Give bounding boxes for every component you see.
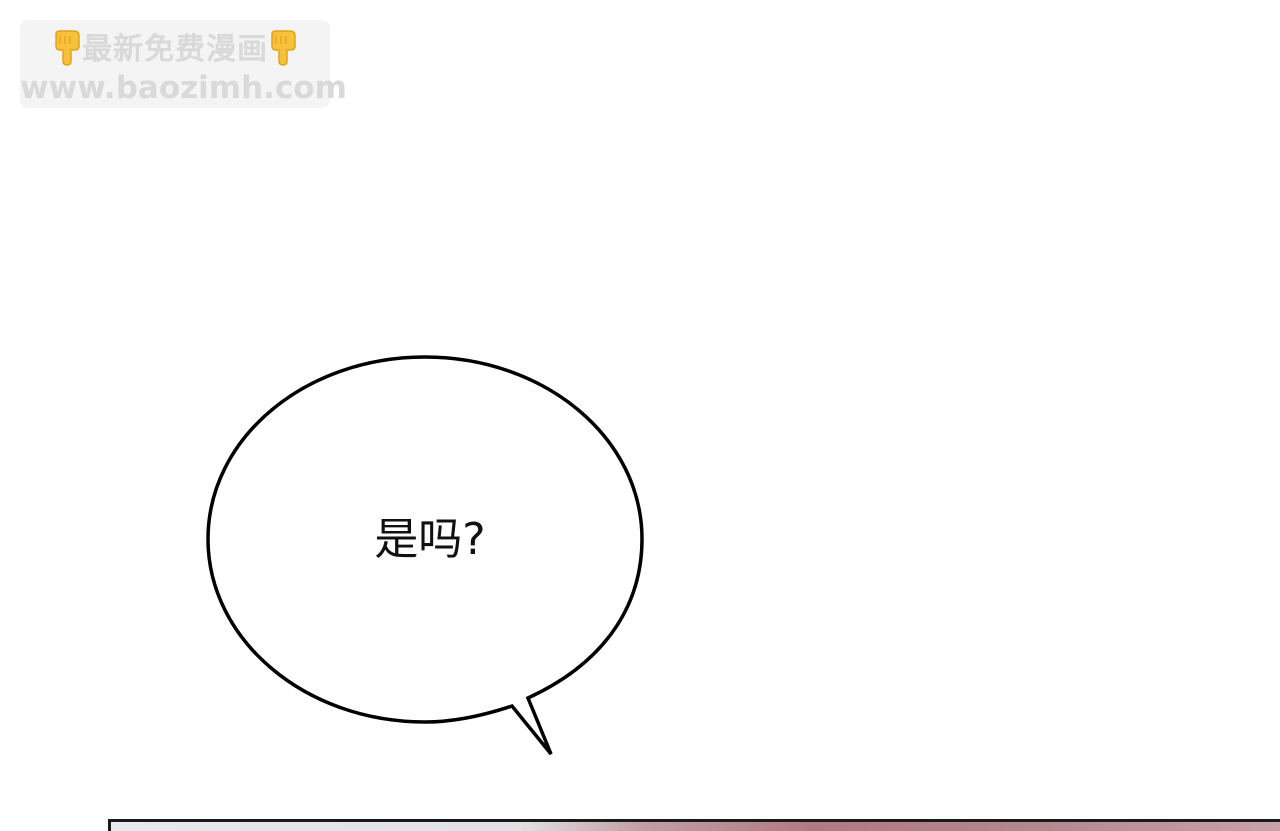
comic-page: 最新免费漫画 www.baozimh.com 是吗? <box>0 0 1280 831</box>
speech-bubble-text: 是吗? <box>374 514 486 565</box>
speech-bubble-shape <box>206 355 644 756</box>
next-comic-panel-edge <box>108 819 1280 831</box>
